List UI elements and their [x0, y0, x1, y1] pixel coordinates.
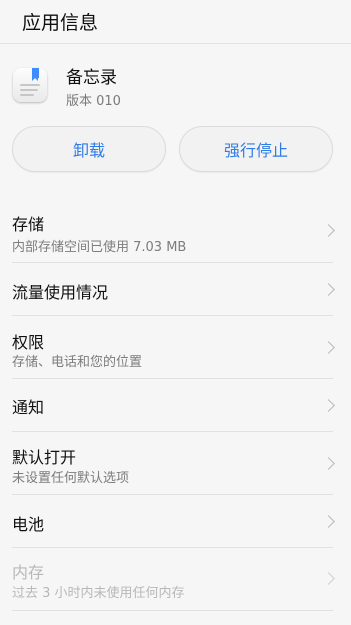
app-name: 备忘录: [66, 68, 117, 88]
open-by-default-title: 默认打开: [12, 448, 77, 467]
chevron-right-icon: [322, 457, 335, 470]
permissions-title: 权限: [12, 333, 45, 352]
notes-app-icon: [13, 68, 47, 102]
divider: [12, 610, 333, 611]
app-version: 版本 010: [66, 94, 121, 109]
battery-item[interactable]: 电池: [0, 495, 351, 547]
storage-subtitle: 内部存储空间已使用 7.03 MB: [12, 240, 187, 255]
permissions-item[interactable]: 权限 存储、电话和您的位置: [0, 316, 351, 378]
chevron-right-icon: [322, 515, 335, 528]
force-stop-button[interactable]: 强行停止: [179, 126, 333, 172]
memory-item: 内存 过去 3 小时内未使用任何内存: [0, 548, 351, 610]
battery-title: 电池: [12, 515, 45, 534]
notifications-title: 通知: [12, 398, 45, 417]
data-usage-item[interactable]: 流量使用情况: [0, 263, 351, 315]
permissions-subtitle: 存储、电话和您的位置: [12, 355, 143, 370]
open-by-default-item[interactable]: 默认打开 未设置任何默认选项: [0, 432, 351, 494]
data-usage-title: 流量使用情况: [12, 283, 109, 302]
memory-title: 内存: [12, 563, 45, 582]
page-title: 应用信息: [22, 12, 99, 34]
header-bar: 应用信息: [0, 0, 351, 44]
uninstall-button[interactable]: 卸载: [12, 126, 166, 172]
memory-subtitle: 过去 3 小时内未使用任何内存: [12, 586, 185, 601]
notifications-item[interactable]: 通知: [0, 379, 351, 431]
bookmark-icon: [32, 68, 39, 81]
chevron-right-icon: [322, 224, 335, 237]
chevron-right-icon: [322, 283, 335, 296]
storage-title: 存储: [12, 215, 45, 234]
storage-item[interactable]: 存储 内部存储空间已使用 7.03 MB: [0, 196, 351, 262]
chevron-right-icon: [322, 341, 335, 354]
app-info-section: 备忘录 版本 010: [0, 44, 351, 122]
open-by-default-subtitle: 未设置任何默认选项: [12, 471, 130, 486]
chevron-right-icon: [322, 572, 335, 585]
chevron-right-icon: [322, 399, 335, 412]
